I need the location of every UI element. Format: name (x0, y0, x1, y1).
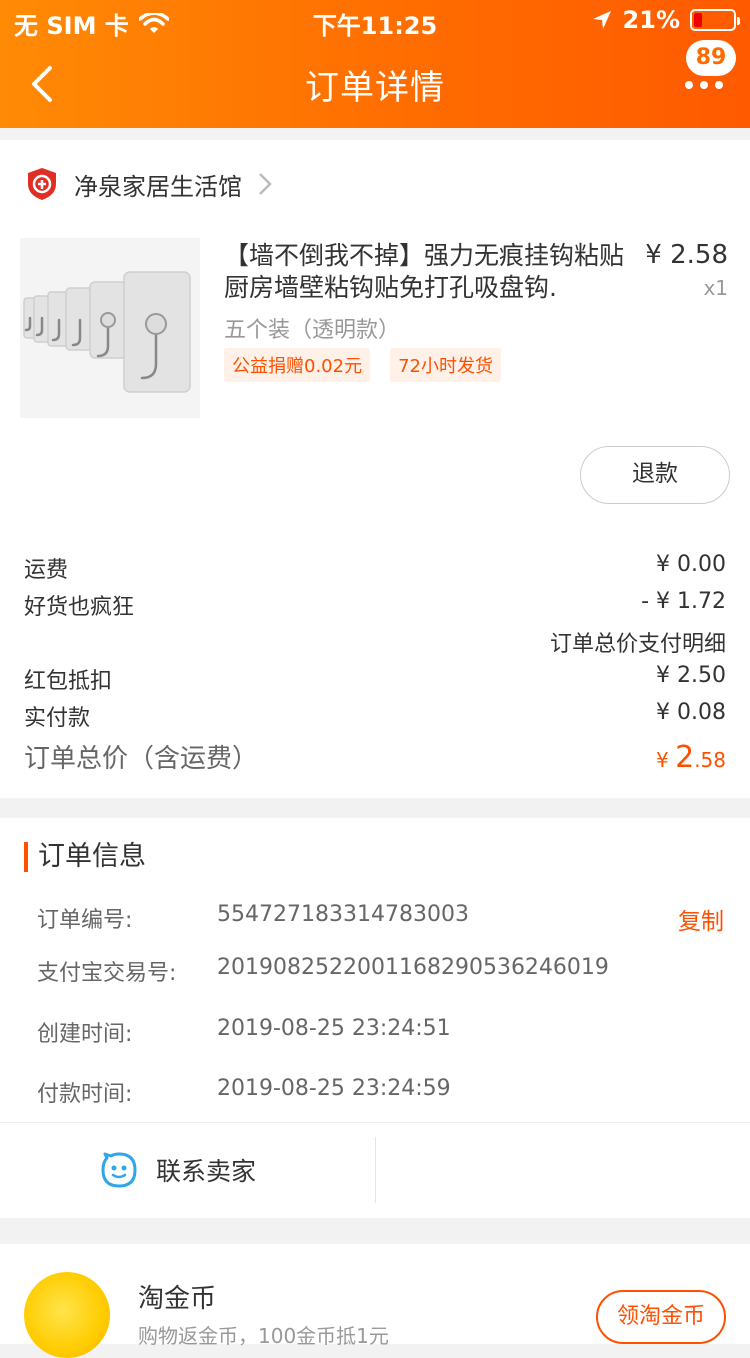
created-value: 2019-08-25 23:24:51 (217, 1016, 451, 1041)
total-value: ¥ 2.58 (656, 740, 726, 775)
order-info-title: 订单信息 (24, 842, 146, 872)
paid-time-row: 付款时间: 2019-08-25 23:24:59 (37, 1076, 724, 1108)
alipay-label: 支付宝交易号: (37, 961, 177, 986)
more-icon[interactable] (684, 78, 724, 92)
payment-detail-row: 订单总价支付明细 (24, 626, 726, 658)
battery-icon (690, 9, 740, 31)
location-arrow-icon (592, 11, 611, 29)
chat-face-icon (101, 1152, 137, 1188)
message-badge[interactable]: 89 (686, 40, 736, 76)
paid-time-label: 付款时间: (37, 1082, 133, 1107)
discount-value: - ¥ 1.72 (641, 589, 726, 614)
contact-divider (375, 1137, 376, 1203)
discount-row: 好货也疯狂 - ¥ 1.72 (24, 589, 726, 621)
alipay-row: 支付宝交易号: 2019082522001168290536246019 (37, 955, 724, 987)
payment-detail-link[interactable]: 订单总价支付明细 (550, 626, 726, 658)
product-price: ¥ 2.58 (645, 240, 728, 270)
contact-seller-label: 联系卖家 (156, 1157, 257, 1186)
contact-bar: 联系卖家 (0, 1122, 750, 1218)
product-tags: 公益捐赠0.02元 72小时发货 (224, 348, 501, 382)
coin-avatar-icon (24, 1272, 110, 1358)
redpack-value: ¥ 2.50 (656, 663, 726, 688)
paid-row: 实付款 ¥ 0.08 (24, 700, 726, 732)
order-number-value: 554727183314783003 (217, 902, 469, 927)
top-bar: 无 SIM 卡 下午11:25 21% 订单详情 89 (0, 0, 750, 128)
discount-label: 好货也疯狂 (24, 595, 135, 620)
order-number-row: 订单编号: 554727183314783003 复制 (37, 902, 724, 936)
product-quantity: x1 (703, 276, 728, 300)
copy-button[interactable]: 复制 (678, 902, 724, 936)
status-right: 21% (591, 6, 740, 34)
shipping-value: ¥ 0.00 (656, 552, 726, 577)
shop-name: 净泉家居生活馆 (74, 172, 242, 201)
shipping-label: 运费 (24, 558, 69, 583)
total-row: 订单总价（含运费） ¥ 2.58 (24, 738, 726, 775)
get-coin-button[interactable]: 领淘金币 (596, 1290, 726, 1344)
paid-time-value: 2019-08-25 23:24:59 (217, 1076, 451, 1101)
shop-link[interactable]: 净泉家居生活馆 (26, 166, 272, 202)
total-currency: ¥ (656, 748, 676, 772)
coin-card: 淘金币 购物返金币，100金币抵1元 领淘金币 (0, 1244, 750, 1358)
alipay-value: 2019082522001168290536246019 (217, 955, 609, 980)
redpack-row: 红包抵扣 ¥ 2.50 (24, 663, 726, 695)
product-title[interactable]: 【墙不倒我不掉】强力无痕挂钩粘贴厨房墙壁粘钩贴免打孔吸盘钩. (224, 240, 624, 304)
total-label: 订单总价（含运费） (24, 744, 259, 774)
product-sku: 五个装（透明款） (224, 318, 401, 343)
paid-label: 实付款 (24, 706, 91, 731)
chevron-right-icon (259, 173, 272, 195)
created-label: 创建时间: (37, 1022, 133, 1047)
status-bar: 无 SIM 卡 下午11:25 21% (0, 0, 750, 42)
product-image[interactable] (20, 238, 200, 418)
order-number-label: 订单编号: (37, 908, 133, 933)
created-row: 创建时间: 2019-08-25 23:24:51 (37, 1016, 724, 1048)
refund-button[interactable]: 退款 (580, 446, 730, 504)
total-decimal: .58 (694, 748, 726, 772)
redpack-label: 红包抵扣 (24, 669, 113, 694)
shipping-row: 运费 ¥ 0.00 (24, 552, 726, 584)
shipping-tag: 72小时发货 (390, 348, 501, 382)
contact-seller-button[interactable]: 联系卖家 (100, 1151, 256, 1189)
page-title: 订单详情 (305, 68, 445, 108)
hook-image-icon (20, 238, 200, 418)
coin-title: 淘金币 (138, 1284, 217, 1314)
charity-tag: 公益捐赠0.02元 (224, 348, 371, 382)
shop-logo-icon (28, 168, 56, 200)
total-integer: 2 (675, 740, 695, 775)
battery-percent: 21% (622, 6, 680, 34)
coin-subtitle: 购物返金币，100金币抵1元 (138, 1324, 389, 1348)
paid-value: ¥ 0.08 (656, 700, 726, 725)
